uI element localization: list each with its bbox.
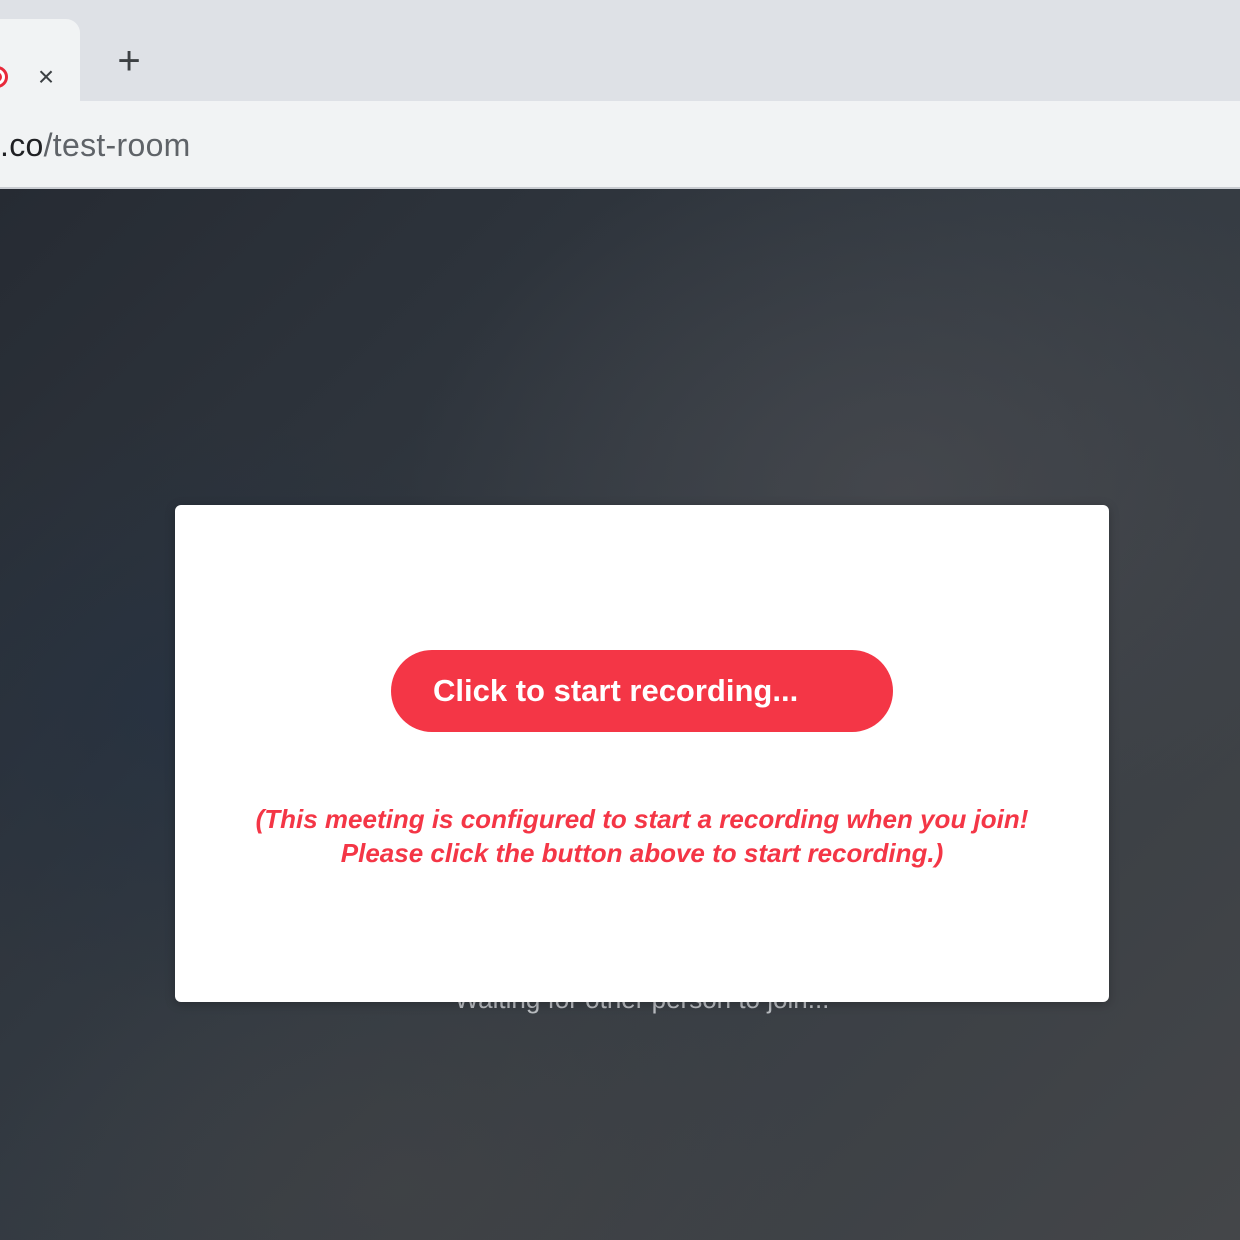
start-recording-button[interactable]: Click to start recording... bbox=[391, 650, 893, 732]
recording-modal: Click to start recording... (This meetin… bbox=[175, 505, 1109, 1002]
browser-tab[interactable]: × bbox=[0, 19, 80, 101]
url-path: /test-room bbox=[43, 127, 191, 163]
url-domain: .co bbox=[0, 127, 44, 163]
recording-notice: (This meeting is configured to start a r… bbox=[175, 802, 1109, 870]
browser-toolbar: .co/test-room bbox=[0, 101, 1240, 189]
record-indicator-icon bbox=[0, 66, 8, 88]
address-bar[interactable]: .co/test-room bbox=[0, 111, 1240, 177]
notice-line-1: (This meeting is configured to start a r… bbox=[255, 804, 1029, 834]
close-tab-icon[interactable]: × bbox=[30, 61, 62, 93]
new-tab-icon[interactable]: + bbox=[110, 41, 148, 81]
address-url[interactable]: .co/test-room bbox=[0, 127, 191, 164]
tab-strip: × + bbox=[0, 0, 1240, 101]
page-viewport: Waiting for other person to join... Clic… bbox=[0, 189, 1240, 1240]
notice-line-2: Please click the button above to start r… bbox=[340, 838, 944, 868]
